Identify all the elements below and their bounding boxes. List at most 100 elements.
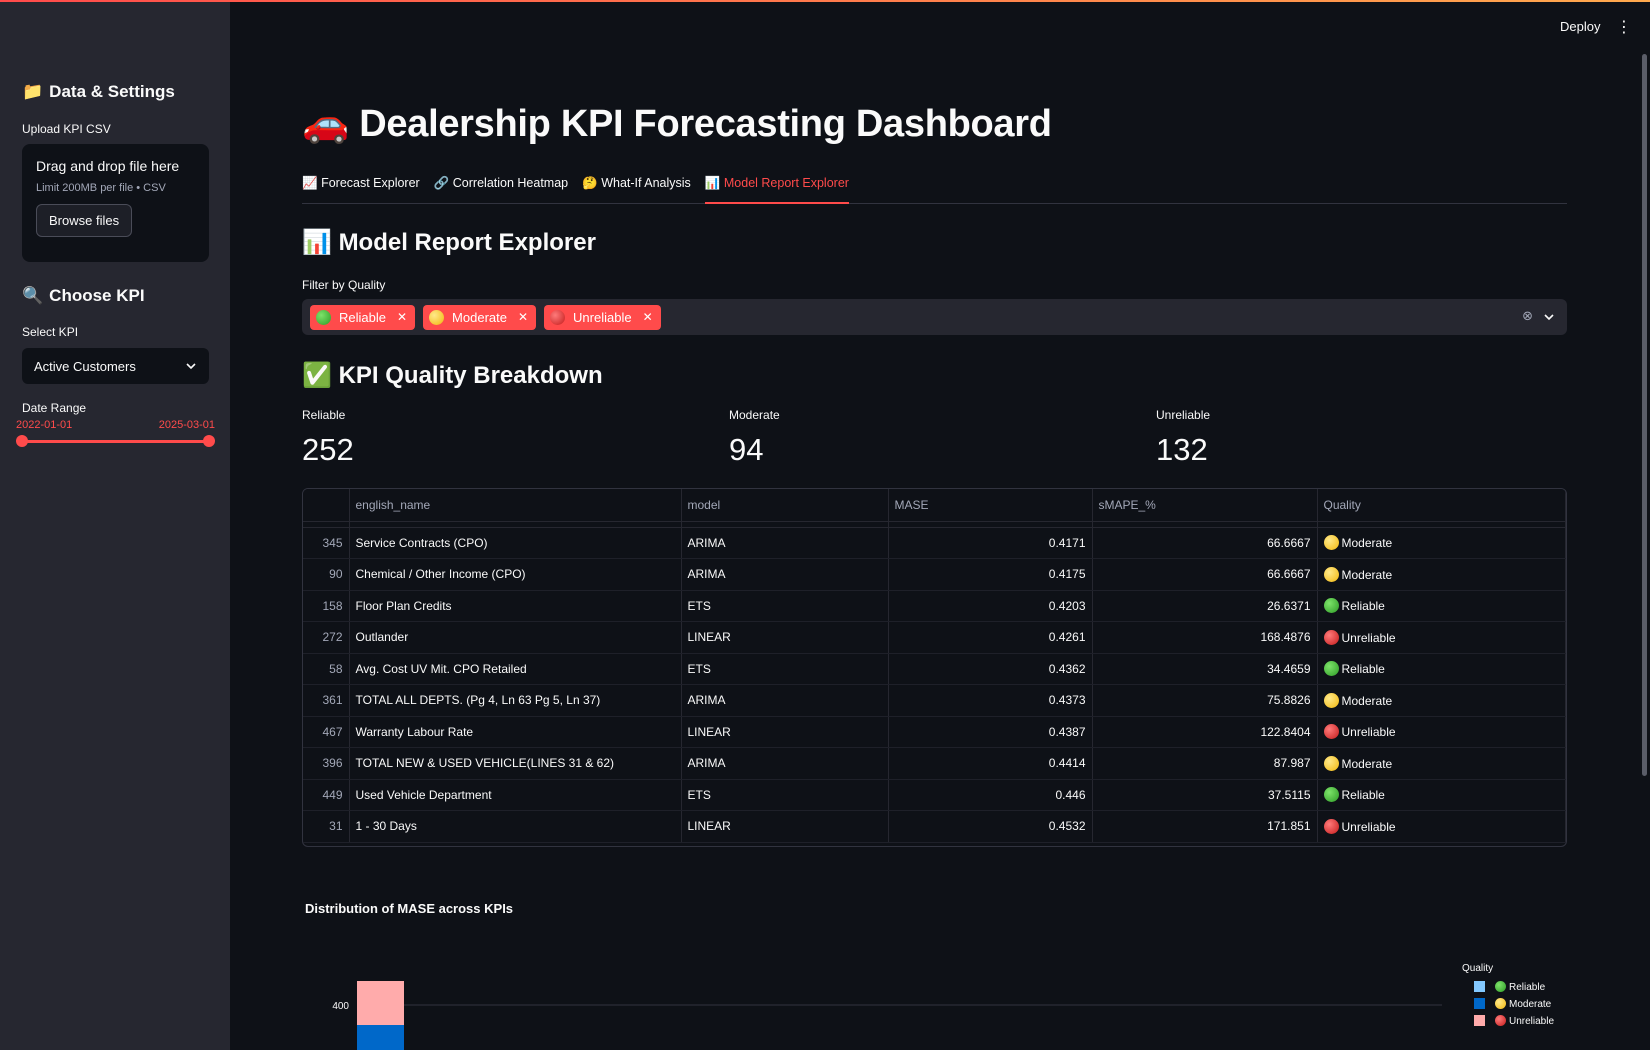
cell-english-name[interactable]: Floor Plan Credits <box>349 590 682 622</box>
chevron-down-icon[interactable] <box>1543 311 1555 323</box>
cell-english-name[interactable]: TOTAL NEW & USED VEHICLE(LINES 31 & 62) <box>349 747 682 780</box>
legend-item-reliable[interactable]: Reliable <box>1462 978 1554 995</box>
cell-quality[interactable]: Unreliable <box>1317 621 1566 654</box>
row-index[interactable]: 272 <box>303 621 350 654</box>
table-row[interactable]: 31 1 - 30 Days LINEAR 0.4532 171.851 Unreliab… <box>303 810 1566 843</box>
cell-model[interactable]: LINEAR <box>681 621 889 654</box>
cell-english-name[interactable]: 1 - 30 Days <box>349 810 682 843</box>
cell-english-name[interactable]: TOTAL ALL DEPTS. (Pg 4, Ln 63 Pg 5, Ln 3… <box>349 684 682 717</box>
quality-multiselect[interactable]: Reliable ✕ Moderate ✕ Unreliable ✕ ⊗ <box>302 299 1567 335</box>
remove-chip-icon[interactable]: ✕ <box>643 310 653 324</box>
model-report-table[interactable]: english_name model MASE sMAPE_% Quality … <box>302 488 1567 847</box>
column-header[interactable]: english_name <box>349 489 682 522</box>
cell-quality[interactable]: Moderate <box>1317 527 1566 559</box>
cell-quality[interactable]: Moderate <box>1317 558 1566 591</box>
chip-reliable[interactable]: Reliable ✕ <box>310 304 416 330</box>
cell-mase[interactable]: 0.4532 <box>888 810 1093 843</box>
cell-english-name[interactable]: Service Contracts (CPO) <box>349 527 682 559</box>
cell-mase[interactable]: 0.4373 <box>888 684 1093 717</box>
cell-english-name[interactable]: Used Vehicle Department <box>349 779 682 811</box>
date-range-start-handle[interactable] <box>16 435 28 447</box>
cell-english-name[interactable]: Chemical / Other Income (CPO) <box>349 558 682 591</box>
cell-model[interactable]: LINEAR <box>681 810 889 843</box>
cell-model[interactable]: ARIMA <box>681 684 889 717</box>
cell-mase[interactable]: 0.4203 <box>888 590 1093 622</box>
cell-quality[interactable]: Unreliable <box>1317 810 1566 843</box>
file-uploader-dropzone[interactable]: Drag and drop file here Limit 200MB per … <box>22 144 209 262</box>
bar-moderate[interactable] <box>357 1025 404 1050</box>
cell-model[interactable]: ETS <box>681 779 889 811</box>
cell-smape[interactable]: 66.6667 <box>1092 558 1318 591</box>
table-row[interactable]: 158 Floor Plan Credits ETS 0.4203 26.6371 Rel… <box>303 590 1566 622</box>
mase-distribution-chart[interactable]: 400 <box>302 930 1582 1050</box>
column-header[interactable]: Quality <box>1317 489 1566 522</box>
cell-english-name[interactable]: Outlander <box>349 621 682 654</box>
cell-model[interactable]: ETS <box>681 653 889 685</box>
cell-smape[interactable]: 34.4659 <box>1092 653 1318 685</box>
table-row[interactable]: 90 Chemical / Other Income (CPO) ARIMA 0.41… <box>303 558 1566 591</box>
cell-mase[interactable]: 0.4414 <box>888 747 1093 780</box>
cell-english-name[interactable]: Avg. Cost UV Mit. CPO Retailed <box>349 653 682 685</box>
chip-moderate[interactable]: Moderate ✕ <box>423 304 537 330</box>
cell-smape[interactable]: 171.851 <box>1092 810 1318 843</box>
cell-quality[interactable]: Moderate <box>1317 747 1566 780</box>
cell-smape[interactable]: 66.6667 <box>1092 527 1318 559</box>
cell-smape[interactable]: 37.5115 <box>1092 779 1318 811</box>
row-index[interactable]: 158 <box>303 590 350 622</box>
tab-model-report-explorer[interactable]: 📊 Model Report Explorer <box>704 174 849 204</box>
table-row[interactable]: 58 Avg. Cost UV Mit. CPO Retailed ETS 0.436… <box>303 653 1566 685</box>
row-index[interactable]: 361 <box>303 684 350 717</box>
row-index[interactable]: 449 <box>303 779 350 811</box>
more-options-icon[interactable]: ⋮ <box>1616 17 1632 37</box>
table-row[interactable]: 272 Outlander LINEAR 0.4261 168.4876 Unreliab… <box>303 621 1566 654</box>
cell-quality[interactable]: Reliable <box>1317 653 1566 685</box>
cell-model[interactable]: ARIMA <box>681 558 889 591</box>
chip-unreliable[interactable]: Unreliable ✕ <box>544 304 661 330</box>
clear-all-icon[interactable]: ⊗ <box>1522 308 1533 324</box>
legend-item-unreliable[interactable]: Unreliable <box>1462 1012 1554 1029</box>
date-range-slider-track[interactable] <box>22 440 209 443</box>
deploy-button[interactable]: Deploy <box>1560 19 1600 34</box>
cell-model[interactable]: LINEAR <box>681 716 889 748</box>
tab-correlation-heatmap[interactable]: 🔗 Correlation Heatmap <box>434 174 568 204</box>
cell-model[interactable]: ETS <box>681 590 889 622</box>
cell-mase[interactable]: 0.4387 <box>888 716 1093 748</box>
browse-files-button[interactable]: Browse files <box>36 204 133 237</box>
column-header[interactable]: model <box>681 489 889 522</box>
remove-chip-icon[interactable]: ✕ <box>397 310 407 324</box>
row-index[interactable]: 58 <box>303 653 350 685</box>
table-row[interactable]: 345 Service Contracts (CPO) ARIMA 0.4171 66.… <box>303 527 1566 559</box>
row-index[interactable]: 467 <box>303 716 350 748</box>
remove-chip-icon[interactable]: ✕ <box>518 310 528 324</box>
cell-mase[interactable]: 0.4171 <box>888 527 1093 559</box>
cell-english-name[interactable]: Warranty Labour Rate <box>349 716 682 748</box>
cell-mase[interactable]: 0.446 <box>888 779 1093 811</box>
legend-item-moderate[interactable]: Moderate <box>1462 995 1554 1012</box>
cell-quality[interactable]: Reliable <box>1317 779 1566 811</box>
row-index[interactable]: 31 <box>303 810 350 843</box>
kpi-select[interactable]: Active Customers <box>22 348 209 384</box>
cell-smape[interactable]: 122.8404 <box>1092 716 1318 748</box>
cell-model[interactable]: ARIMA <box>681 747 889 780</box>
tab-what-if-analysis[interactable]: 🤔 What-If Analysis <box>582 174 691 204</box>
cell-quality[interactable]: Unreliable <box>1317 716 1566 748</box>
cell-quality[interactable]: Moderate <box>1317 684 1566 717</box>
cell-mase[interactable]: 0.4175 <box>888 558 1093 591</box>
bar-unreliable[interactable] <box>357 981 404 1025</box>
cell-smape[interactable]: 87.987 <box>1092 747 1318 780</box>
column-header[interactable]: sMAPE_% <box>1092 489 1318 522</box>
table-row[interactable]: 361 TOTAL ALL DEPTS. (Pg 4, Ln 63 Pg 5, L… <box>303 684 1566 717</box>
cell-model[interactable]: ARIMA <box>681 527 889 559</box>
column-header[interactable]: MASE <box>888 489 1093 522</box>
tab-forecast-explorer[interactable]: 📈 Forecast Explorer <box>302 174 420 204</box>
cell-smape[interactable]: 75.8826 <box>1092 684 1318 717</box>
cell-mase[interactable]: 0.4261 <box>888 621 1093 654</box>
date-range-end-handle[interactable] <box>203 435 215 447</box>
row-index[interactable]: 396 <box>303 747 350 780</box>
cell-smape[interactable]: 26.6371 <box>1092 590 1318 622</box>
table-row[interactable]: 449 Used Vehicle Department ETS 0.446 37.511… <box>303 779 1566 811</box>
table-row[interactable]: 396 TOTAL NEW & USED VEHICLE(LINES 31 & 6… <box>303 747 1566 780</box>
cell-quality[interactable]: Reliable <box>1317 590 1566 622</box>
main-scrollbar[interactable] <box>1642 54 1647 776</box>
cell-mase[interactable]: 0.4362 <box>888 653 1093 685</box>
